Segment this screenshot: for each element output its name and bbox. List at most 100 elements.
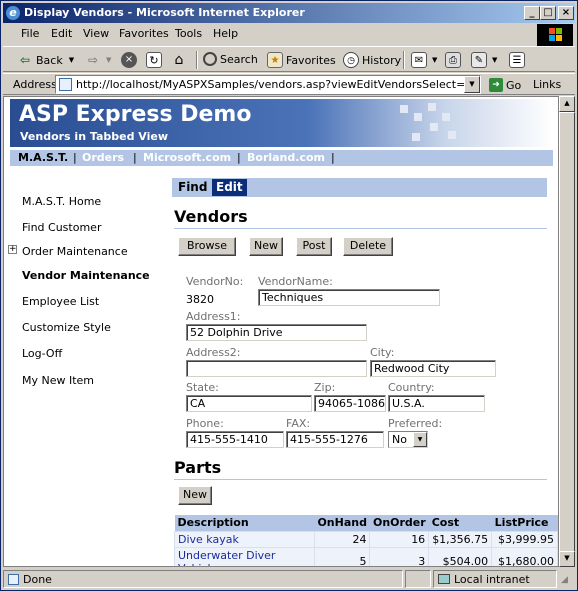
- cell-listprice: $3,999.95: [491, 530, 558, 548]
- country-field[interactable]: U.S.A.: [388, 395, 485, 412]
- phone-field[interactable]: 415-555-1410: [186, 431, 284, 448]
- page-icon: [59, 78, 72, 91]
- sidebar-item-find-customer[interactable]: Find Customer: [22, 221, 101, 234]
- address-input[interactable]: http://localhost/MyASPXSamples/vendors.a…: [55, 75, 481, 94]
- intranet-icon: [438, 574, 450, 584]
- new-part-button[interactable]: New: [178, 486, 212, 505]
- address-label: Address: [13, 78, 57, 91]
- browse-button[interactable]: Browse: [178, 237, 236, 256]
- parts-table: Description OnHand OnOrder Cost ListPric…: [174, 515, 558, 567]
- nav-link-microsoft[interactable]: Microsoft.com: [143, 151, 231, 164]
- sidebar-item-vendor-maintenance[interactable]: Vendor Maintenance: [22, 269, 150, 282]
- preferred-select[interactable]: No ▼: [388, 431, 428, 448]
- cell-onhand: 5: [313, 546, 371, 566]
- refresh-button[interactable]: ↻: [146, 52, 165, 68]
- favorites-button[interactable]: ★ Favorites: [267, 52, 336, 68]
- menu-edit[interactable]: Edit: [51, 27, 72, 40]
- site-banner: ASP Express Demo Vendors in Tabbed View: [10, 99, 553, 147]
- cell-listprice: $1,680.00: [491, 546, 558, 566]
- sidebar-item-customize-style[interactable]: Customize Style: [22, 321, 111, 334]
- vendorno-value: 3820: [186, 293, 214, 306]
- menu-help[interactable]: Help: [213, 27, 238, 40]
- search-button[interactable]: Search: [203, 52, 258, 66]
- scroll-up-icon[interactable]: ▲: [559, 96, 575, 112]
- nav-link-orders[interactable]: Orders: [82, 151, 124, 164]
- section-divider: [174, 479, 547, 480]
- scroll-thumb[interactable]: [559, 112, 575, 552]
- discuss-icon: ☰: [509, 52, 525, 68]
- vendors-heading: Vendors: [174, 207, 248, 226]
- maximize-button[interactable]: □: [540, 6, 556, 20]
- banner-title: ASP Express Demo: [19, 102, 252, 127]
- new-vendor-button[interactable]: New: [249, 237, 283, 256]
- forward-button[interactable]: ⇨ ▼: [85, 52, 111, 68]
- sidebar-item-employee-list[interactable]: Employee List: [22, 295, 99, 308]
- stop-button[interactable]: ×: [121, 52, 140, 68]
- sidebar-item-log-off[interactable]: Log-Off: [22, 347, 62, 360]
- security-zone: Local intranet: [433, 570, 557, 588]
- nav-link-mast[interactable]: M.A.S.T.: [18, 151, 68, 164]
- address2-field[interactable]: [186, 360, 367, 377]
- expand-plus-icon[interactable]: +: [8, 245, 17, 254]
- search-label: Search: [220, 52, 258, 66]
- table-header-row: Description OnHand OnOrder Cost ListPric…: [174, 515, 558, 531]
- parts-heading: Parts: [174, 458, 222, 477]
- sidebar-item-mast-home[interactable]: M.A.S.T. Home: [22, 195, 101, 208]
- city-field[interactable]: Redwood City: [370, 360, 496, 377]
- links-button[interactable]: Links: [533, 78, 561, 91]
- go-arrow-icon: ➜: [489, 78, 503, 92]
- column-header-cost: Cost: [428, 515, 492, 531]
- tab-find[interactable]: Find: [174, 179, 211, 196]
- history-button[interactable]: ◷ History: [343, 52, 401, 68]
- home-button[interactable]: ⌂: [171, 52, 190, 68]
- delete-button[interactable]: Delete: [343, 237, 393, 256]
- menu-view[interactable]: View: [83, 27, 109, 40]
- nav-link-borland[interactable]: Borland.com: [247, 151, 325, 164]
- tab-edit[interactable]: Edit: [212, 179, 247, 196]
- vendorname-field[interactable]: Techniques: [258, 289, 440, 306]
- dropdown-arrow-icon[interactable]: ▼: [492, 56, 497, 64]
- cell-description: Dive kayak: [174, 530, 315, 548]
- section-divider: [174, 228, 547, 229]
- menu-favorites[interactable]: Favorites: [119, 27, 169, 40]
- scroll-down-icon[interactable]: ▼: [559, 551, 575, 567]
- address-url[interactable]: http://localhost/MyASPXSamples/vendors.a…: [76, 78, 472, 91]
- minimize-button[interactable]: _: [524, 6, 540, 20]
- edit-page-button[interactable]: ✎ ▼: [471, 52, 497, 68]
- chevron-down-icon[interactable]: ▼: [413, 432, 427, 447]
- discuss-button[interactable]: ☰: [509, 52, 528, 68]
- country-label: Country:: [388, 381, 435, 394]
- zip-field[interactable]: 94065-1086: [314, 395, 386, 412]
- close-button[interactable]: ×: [558, 6, 574, 20]
- part-link[interactable]: Dive kayak: [178, 533, 239, 546]
- resize-grip-icon[interactable]: ◢: [561, 575, 568, 585]
- state-label: State:: [186, 381, 219, 394]
- dropdown-arrow-icon[interactable]: ▼: [106, 56, 111, 64]
- back-button[interactable]: ⇦ Back ▼: [17, 52, 74, 68]
- dropdown-arrow-icon[interactable]: ▼: [69, 56, 74, 64]
- mail-icon: ✉: [411, 52, 427, 68]
- home-icon: ⌂: [174, 52, 184, 68]
- forward-arrow-icon: ⇨: [87, 53, 99, 67]
- print-button[interactable]: ⎙: [445, 52, 464, 68]
- banner-subtitle: Vendors in Tabbed View: [20, 130, 169, 143]
- menu-file[interactable]: File: [21, 27, 39, 40]
- sidebar-item-order-maintenance[interactable]: Order Maintenance: [22, 245, 128, 258]
- go-button[interactable]: ➜ Go: [489, 78, 521, 92]
- zone-text: Local intranet: [454, 573, 530, 586]
- post-button[interactable]: Post: [296, 237, 332, 256]
- cell-onorder: 16: [369, 530, 430, 548]
- part-link[interactable]: Underwater Diver Vehicle: [178, 549, 275, 567]
- state-field[interactable]: CA: [186, 395, 312, 412]
- mail-button[interactable]: ✉ ▼: [411, 52, 437, 68]
- search-icon: [203, 52, 217, 66]
- address1-field[interactable]: 52 Dolphin Drive: [186, 324, 367, 341]
- address-dropdown-icon[interactable]: ▼: [464, 76, 480, 93]
- menu-tools[interactable]: Tools: [175, 27, 202, 40]
- fax-field[interactable]: 415-555-1276: [286, 431, 384, 448]
- sidebar-item-my-new-item[interactable]: My New Item: [22, 374, 94, 387]
- vertical-scrollbar[interactable]: ▲ ▼: [559, 96, 575, 567]
- city-label: City:: [370, 346, 395, 359]
- print-icon: ⎙: [445, 52, 461, 68]
- dropdown-arrow-icon[interactable]: ▼: [432, 56, 437, 64]
